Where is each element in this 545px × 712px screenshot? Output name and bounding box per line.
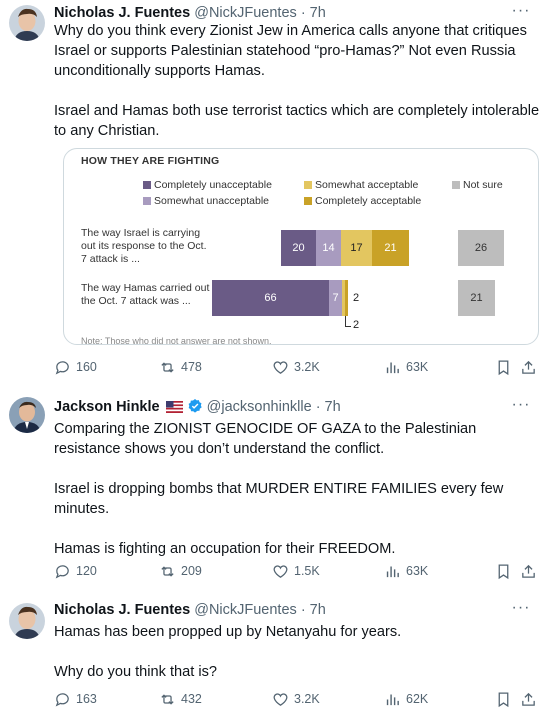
share-button[interactable] [520, 357, 542, 377]
author-name[interactable]: Jackson Hinkle [54, 399, 160, 415]
bar-somewhat-unacceptable: 14 [316, 230, 341, 266]
bar-not-sure: 21 [458, 280, 495, 316]
tweet-paragraph: Why do you think every Zionist Jew in Am… [54, 23, 527, 79]
share-icon [522, 360, 535, 374]
share-button[interactable] [520, 689, 542, 709]
bar-completely-acceptable: 21 [372, 230, 409, 266]
legend-swatch [143, 197, 151, 205]
leader-line [345, 316, 346, 326]
tweet-actions: 160 478 3.2K 63K [54, 357, 535, 377]
repost-icon [161, 565, 174, 577]
like-button[interactable]: 1.5K [272, 561, 320, 581]
chart-note: Note: Those who did not answer are not s… [81, 336, 272, 345]
bar-somewhat-unacceptable: 7 [329, 280, 342, 316]
bar-completely-acceptable [345, 280, 348, 316]
author-name[interactable]: Nicholas J. Fuentes [54, 5, 190, 21]
tweet-header: Jackson Hinkle @jacksonhinklle · 7h [54, 397, 341, 417]
legend-item: Somewhat acceptable [304, 179, 418, 191]
tweet-actions: 163 432 3.2K 62K [54, 689, 535, 709]
tweet-header: Nicholas J. Fuentes @NickJFuentes · 7h [54, 3, 326, 23]
tweet-paragraph: Hamas is fighting an occupation for thei… [54, 541, 396, 557]
tweet-paragraph: Israel and Hamas both use terrorist tact… [54, 103, 540, 139]
reply-icon [55, 564, 69, 578]
legend-swatch [304, 181, 312, 189]
author-handle[interactable]: @NickJFuentes [194, 602, 297, 618]
timestamp[interactable]: · 7h [301, 5, 326, 21]
data-label: 2 [353, 319, 360, 331]
tweet-text: Why do you think every Zionist Jew in Am… [54, 21, 540, 141]
bookmark-icon [498, 359, 509, 375]
timestamp[interactable]: · 7h [301, 602, 326, 618]
reply-button[interactable]: 163 [54, 689, 97, 709]
repost-icon [161, 361, 174, 373]
author-name[interactable]: Nicholas J. Fuentes [54, 602, 190, 618]
row-label-israel: The way Israel is carrying out its respo… [81, 227, 207, 265]
tweet[interactable]: Jackson Hinkle @jacksonhinklle · 7h ··· … [0, 393, 545, 593]
tweet-text: Hamas has been propped up by Netanyahu f… [54, 622, 540, 682]
bookmark-icon [498, 563, 509, 579]
views-button[interactable]: 62K [384, 689, 428, 709]
flag-icon [165, 399, 183, 419]
repost-button[interactable]: 432 [159, 689, 202, 709]
leader-line [345, 326, 351, 327]
views-icon [386, 362, 399, 373]
author-handle[interactable]: @NickJFuentes [194, 5, 297, 21]
share-icon [522, 692, 535, 706]
legend-item: Completely unacceptable [143, 179, 272, 191]
bookmark-button[interactable] [495, 689, 517, 709]
more-icon[interactable]: ··· [511, 600, 531, 621]
like-button[interactable]: 3.2K [272, 689, 320, 709]
legend-swatch [143, 181, 151, 189]
tweet-paragraph: Comparing the ZIONIST GENOCIDE OF GAZA t… [54, 421, 477, 457]
heart-icon [273, 564, 288, 578]
reply-icon [55, 692, 69, 706]
views-icon [386, 566, 399, 577]
tweet-text: Comparing the ZIONIST GENOCIDE OF GAZA t… [54, 419, 540, 559]
tweet[interactable]: Nicholas J. Fuentes @NickJFuentes · 7h ·… [0, 0, 545, 388]
legend-swatch [452, 181, 460, 189]
reply-button[interactable]: 160 [54, 357, 97, 377]
heart-icon [273, 692, 288, 706]
tweet-actions: 120 209 1.5K 63K [54, 561, 535, 581]
heart-icon [273, 360, 288, 374]
repost-icon [161, 693, 174, 705]
views-icon [386, 694, 399, 705]
repost-button[interactable]: 478 [159, 357, 202, 377]
share-icon [522, 564, 535, 578]
chart-title: HOW THEY ARE FIGHTING [81, 155, 220, 167]
reply-icon [55, 360, 69, 374]
avatar[interactable] [9, 603, 45, 639]
tweet-paragraph: Hamas has been propped up by Netanyahu f… [54, 624, 402, 640]
tweet-header: Nicholas J. Fuentes @NickJFuentes · 7h [54, 600, 326, 620]
views-button[interactable]: 63K [384, 357, 428, 377]
repost-button[interactable]: 209 [159, 561, 202, 581]
legend-item: Not sure [452, 179, 503, 191]
bookmark-button[interactable] [495, 357, 517, 377]
reply-button[interactable]: 120 [54, 561, 97, 581]
tweet-paragraph: Why do you think that is? [54, 664, 218, 680]
avatar[interactable] [9, 5, 45, 41]
legend-item: Somewhat unacceptable [143, 195, 269, 207]
share-button[interactable] [520, 561, 542, 581]
chart-image[interactable]: HOW THEY ARE FIGHTING Completely unaccep… [63, 148, 539, 345]
bookmark-button[interactable] [495, 561, 517, 581]
data-label: 2 [353, 292, 360, 304]
views-button[interactable]: 63K [384, 561, 428, 581]
bar-completely-unacceptable: 20 [281, 230, 316, 266]
timestamp[interactable]: · 7h [316, 399, 341, 415]
like-button[interactable]: 3.2K [272, 357, 320, 377]
tweet-paragraph: Israel is dropping bombs that MURDER ENT… [54, 481, 504, 517]
tweet[interactable]: Nicholas J. Fuentes @NickJFuentes · 7h ·… [0, 598, 545, 712]
legend-item: Completely acceptable [304, 195, 421, 207]
verified-badge-icon[interactable] [187, 398, 203, 420]
bar-not-sure: 26 [458, 230, 504, 266]
legend-swatch [304, 197, 312, 205]
author-handle[interactable]: @jacksonhinklle [207, 399, 312, 415]
bar-somewhat-acceptable: 17 [341, 230, 372, 266]
row-label-hamas: The way Hamas carried out the Oct. 7 att… [81, 282, 210, 307]
bookmark-icon [498, 691, 509, 707]
more-icon[interactable]: ··· [511, 397, 531, 418]
avatar[interactable] [9, 397, 45, 433]
bar-completely-unacceptable: 66 [212, 280, 329, 316]
